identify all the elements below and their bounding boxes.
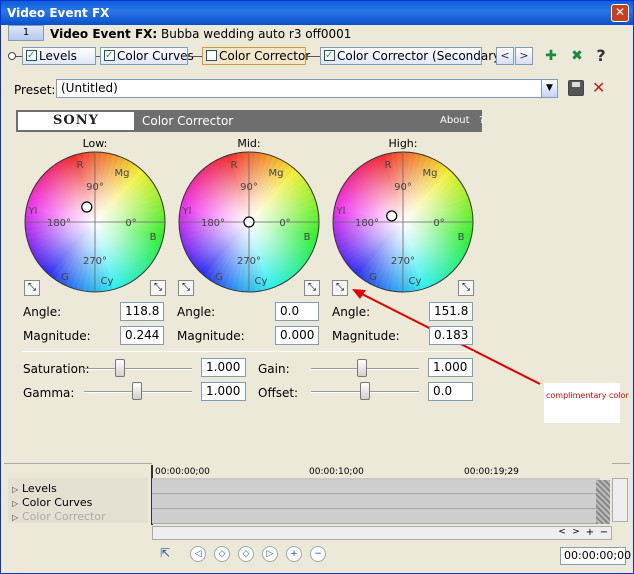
- timeline-horizontal-scrollbar[interactable]: [152, 526, 612, 540]
- scroll-left-icon[interactable]: <: [556, 527, 568, 539]
- angle-270-mark: 270°: [237, 256, 261, 267]
- low-magnitude-label: Magnitude:: [23, 329, 91, 343]
- ruler-tick: 00:00:00;00: [155, 467, 210, 477]
- angle-0-mark: 0°: [433, 218, 444, 229]
- green-mark: G: [369, 272, 377, 283]
- mid-color-wheel[interactable]: R Mg B Cy G Yl 90° 180° 0° 270°: [178, 151, 320, 293]
- high-color-wheel[interactable]: R Mg B Cy G Yl 90° 180° 0° 270°: [332, 151, 474, 293]
- prev-keyframe-icon[interactable]: ◇: [214, 546, 230, 562]
- mid-magnitude-label: Magnitude:: [177, 329, 245, 343]
- track-levels[interactable]: ▷ Levels: [12, 482, 57, 495]
- track-label: Color Corrector: [22, 510, 106, 523]
- angle-270-mark: 270°: [83, 256, 107, 267]
- sync-cursor-icon[interactable]: ⇱: [160, 546, 176, 562]
- mid-eyedropper-icon[interactable]: ⤡: [178, 280, 194, 296]
- gamma-slider[interactable]: [132, 382, 142, 400]
- high-wheel-handle[interactable]: [386, 210, 398, 222]
- timeline-ruler: [152, 463, 612, 479]
- mid-match-eyedropper-icon[interactable]: ⤡: [304, 280, 320, 296]
- offset-label: Offset:: [258, 386, 299, 400]
- green-mark: G: [61, 272, 69, 283]
- green-mark: G: [215, 272, 223, 283]
- angle-90-mark: 90°: [86, 182, 104, 193]
- keyframe-row[interactable]: [152, 480, 600, 494]
- high-angle-field[interactable]: 151.8: [429, 302, 473, 321]
- angle-90-mark: 90°: [394, 182, 412, 193]
- magenta-mark: Mg: [115, 168, 130, 179]
- low-eyedropper-icon[interactable]: ⤡: [24, 280, 40, 296]
- last-keyframe-icon[interactable]: ▷: [262, 546, 278, 562]
- red-mark: R: [385, 160, 392, 171]
- magenta-mark: Mg: [423, 168, 438, 179]
- angle-0-mark: 0°: [279, 218, 290, 229]
- gain-field[interactable]: 1.000: [428, 358, 473, 377]
- timeline-vertical-scrollbar[interactable]: [612, 478, 628, 522]
- ruler-tick: 00:00:19;29: [464, 467, 519, 477]
- high-eyedropper-icon[interactable]: ⤡: [332, 280, 348, 296]
- yellow-mark: Yl: [28, 206, 38, 217]
- high-magnitude-field[interactable]: 0.183: [429, 326, 473, 345]
- divider: [22, 351, 474, 352]
- mid-wheel-handle[interactable]: [243, 216, 255, 228]
- annotation-box: [544, 383, 620, 423]
- delete-keyframe-icon[interactable]: −: [310, 546, 326, 562]
- angle-0-mark: 0°: [125, 218, 136, 229]
- high-magnitude-label: Magnitude:: [332, 329, 400, 343]
- mid-angle-field[interactable]: 0.0: [275, 302, 319, 321]
- low-color-wheel[interactable]: R Mg B Cy G Yl 90° 180° 0° 270°: [24, 151, 166, 293]
- zoom-in-icon[interactable]: +: [584, 527, 596, 539]
- first-keyframe-icon[interactable]: ◁: [190, 546, 206, 562]
- saturation-label: Saturation:: [23, 362, 90, 376]
- saturation-slider[interactable]: [115, 359, 125, 377]
- gamma-label: Gamma:: [23, 386, 75, 400]
- low-wheel-handle[interactable]: [81, 201, 93, 213]
- high-angle-label: Angle:: [332, 305, 371, 319]
- scroll-right-icon[interactable]: >: [570, 527, 582, 539]
- magenta-mark: Mg: [269, 168, 284, 179]
- timeline-end-region: [596, 480, 610, 524]
- zoom-out-icon[interactable]: −: [598, 527, 610, 539]
- low-magnitude-field[interactable]: 0.244: [120, 326, 164, 345]
- yellow-mark: Yl: [336, 206, 346, 217]
- annotation-label: complimentary color: [546, 391, 629, 400]
- track-label: Color Curves: [22, 496, 93, 509]
- track-color-corrector[interactable]: ▷ Color Corrector: [12, 510, 106, 523]
- track-label: Levels: [22, 482, 57, 495]
- low-match-eyedropper-icon[interactable]: ⤡: [150, 280, 166, 296]
- gain-label: Gain:: [258, 362, 290, 376]
- keyframe-row[interactable]: [152, 495, 600, 509]
- mid-angle-label: Angle:: [177, 305, 216, 319]
- saturation-field[interactable]: 1.000: [201, 358, 246, 377]
- saturation-track: [84, 368, 192, 370]
- blue-mark: B: [150, 232, 157, 243]
- ruler-tick: 00:00:10;00: [309, 467, 364, 477]
- offset-field[interactable]: 0.0: [428, 382, 473, 401]
- next-keyframe-icon[interactable]: ◇: [238, 546, 254, 562]
- red-mark: R: [77, 160, 84, 171]
- track-color-curves[interactable]: ▷ Color Curves: [12, 496, 92, 509]
- high-match-eyedropper-icon[interactable]: ⤡: [458, 280, 474, 296]
- gain-slider[interactable]: [357, 359, 367, 377]
- add-keyframe-icon[interactable]: +: [286, 546, 302, 562]
- angle-270-mark: 270°: [391, 256, 415, 267]
- angle-180-mark: 180°: [201, 218, 225, 229]
- mid-magnitude-field[interactable]: 0.000: [275, 326, 319, 345]
- cyan-mark: Cy: [409, 276, 422, 287]
- angle-180-mark: 180°: [47, 218, 71, 229]
- yellow-mark: Yl: [182, 206, 192, 217]
- cyan-mark: Cy: [255, 276, 268, 287]
- blue-mark: B: [304, 232, 311, 243]
- low-angle-label: Angle:: [23, 305, 62, 319]
- angle-180-mark: 180°: [355, 218, 379, 229]
- blue-mark: B: [458, 232, 465, 243]
- offset-slider[interactable]: [360, 382, 370, 400]
- cyan-mark: Cy: [101, 276, 114, 287]
- keyframe-row[interactable]: [152, 510, 600, 524]
- angle-90-mark: 90°: [240, 182, 258, 193]
- red-mark: R: [231, 160, 238, 171]
- low-angle-field[interactable]: 118.8: [120, 302, 164, 321]
- cursor-time-field[interactable]: 00:00:00;00: [560, 547, 631, 565]
- gamma-field[interactable]: 1.000: [201, 382, 246, 401]
